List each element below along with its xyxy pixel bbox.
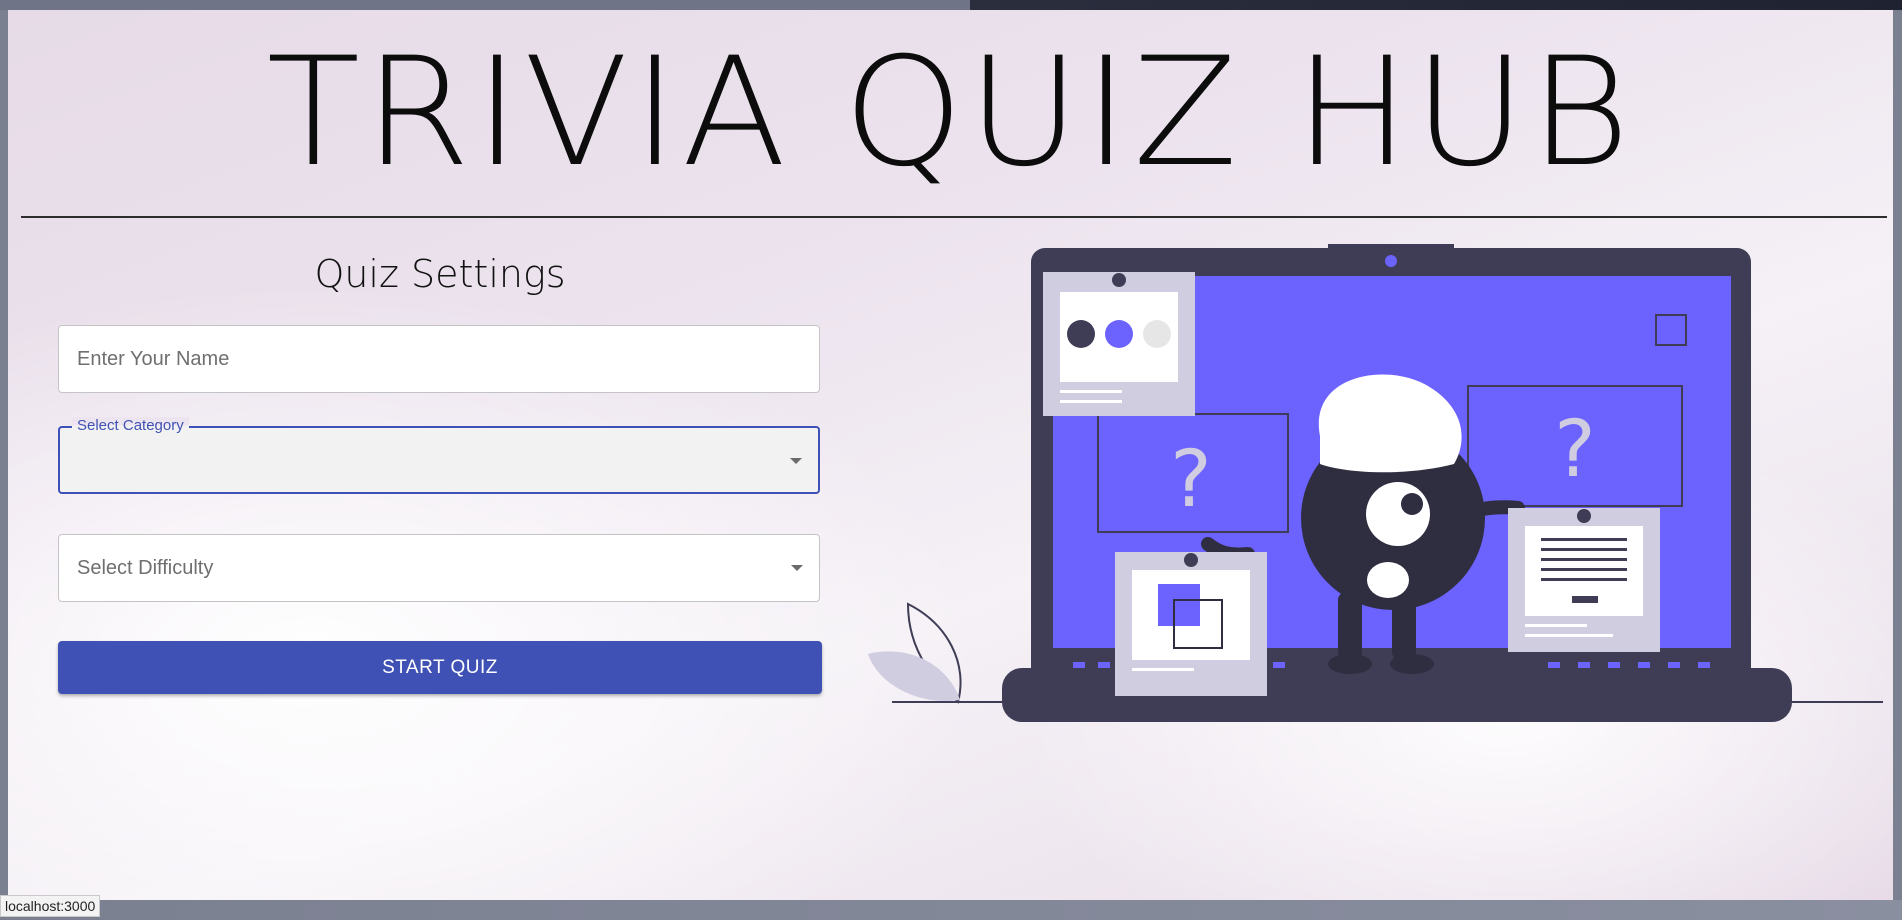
status-url: localhost:3000 [0,895,101,917]
title-divider [21,216,1887,218]
pin-icon [1184,553,1198,567]
quiz-laptop-illustration: ? ? [868,244,1883,722]
category-label: Select Category [72,417,189,434]
question-mark-right: ? [1554,405,1595,495]
start-quiz-button[interactable]: START QUIZ [58,641,822,694]
difficulty-chevron-down-icon [791,565,803,571]
laptop-camera-bar [1328,244,1454,252]
dot-dark-icon [1067,320,1095,348]
dot-light-icon [1143,320,1171,348]
laptop-camera-icon [1385,255,1397,267]
difficulty-placeholder: Select Difficulty [77,557,214,579]
question-mark-left: ? [1170,435,1211,525]
dot-purple-icon [1105,320,1133,348]
page-viewport: TRIVIA QUIZ HUB Quiz Settings Enter Your… [8,10,1893,900]
category-select[interactable]: Select Category [58,417,820,494]
app-title-text: TRIVIA QUIZ HUB [266,26,1635,200]
pin-icon [1112,273,1126,287]
difficulty-select[interactable]: Select Difficulty [58,534,820,602]
app-title: TRIVIA QUIZ HUB [8,38,1893,188]
name-field[interactable]: Enter Your Name [58,325,820,393]
browser-top-strip [0,0,1902,10]
leaf-icon [868,651,960,701]
category-chevron-down-icon [790,458,802,464]
browser-bottom-strip [0,900,1902,920]
pin-icon [1577,509,1591,523]
character-eye [1366,482,1430,546]
character-pupil [1401,493,1423,515]
quiz-settings-heading: Quiz Settings [314,252,566,296]
character-mouth [1367,562,1409,598]
name-placeholder: Enter Your Name [77,348,230,370]
